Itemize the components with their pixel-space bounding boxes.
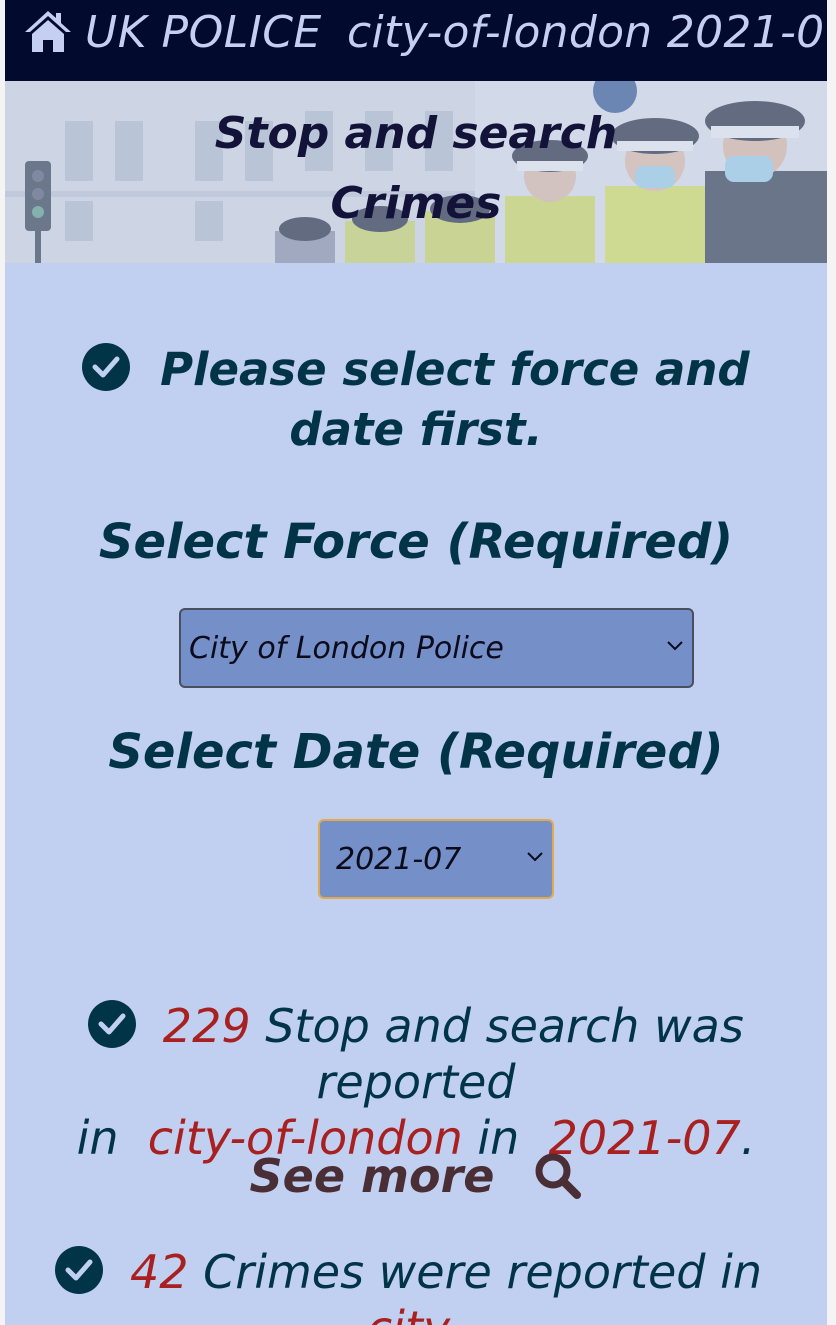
- crimes-force: city-: [367, 1301, 465, 1325]
- home-link[interactable]: UK POLICE: [23, 0, 322, 66]
- notice-line1: Please select force and: [160, 343, 750, 396]
- crimes-summary: 42 Crimes were reported in city-: [5, 1244, 827, 1325]
- context-date: 2021-07: [666, 7, 827, 58]
- top-navbar: UK POLICE city-of-london 2021-07: [5, 0, 827, 81]
- home-icon: [25, 11, 71, 52]
- crimes-text: Crimes were reported in: [203, 1245, 762, 1299]
- stop-search-count: 229: [162, 999, 251, 1053]
- force-select-value: City of London Police: [189, 631, 504, 666]
- hero-banner: Stop and search Crimes: [5, 81, 827, 263]
- hero-title-line2: Crimes: [330, 178, 502, 229]
- date-select[interactable]: 2021-07: [318, 819, 554, 899]
- check-circle-icon: [55, 1246, 104, 1294]
- stop-search-text: Stop and search was reported: [265, 999, 744, 1109]
- date-select-label: Select Date (Required): [108, 724, 724, 780]
- check-circle-icon: [82, 343, 131, 391]
- current-context: city-of-london 2021-07: [347, 0, 827, 66]
- app: UK POLICE city-of-london 2021-07: [5, 0, 827, 1325]
- hero-title-line1: Stop and search: [214, 108, 618, 159]
- hero-title: Stop and search Crimes: [5, 99, 827, 239]
- context-force: city-of-london: [347, 7, 653, 58]
- crimes-count: 42: [130, 1245, 189, 1299]
- selection-notice: Please select force and date first.: [5, 340, 827, 460]
- date-select-value: 2021-07: [336, 842, 462, 877]
- chevron-down-icon: [527, 852, 543, 862]
- notice-line2: date first.: [289, 403, 543, 456]
- check-circle-icon: [88, 1000, 137, 1048]
- brand-title: UK POLICE: [85, 7, 322, 58]
- chevron-down-icon: [667, 641, 683, 651]
- stop-search-summary: 229 Stop and search was reported in city…: [5, 998, 827, 1166]
- force-select[interactable]: City of London Police: [179, 608, 694, 688]
- force-select-label: Select Force (Required): [98, 514, 734, 570]
- search-icon: [535, 1153, 582, 1199]
- see-more-label: See more: [249, 1149, 495, 1203]
- see-more-stop-search-link[interactable]: See more: [5, 1148, 827, 1204]
